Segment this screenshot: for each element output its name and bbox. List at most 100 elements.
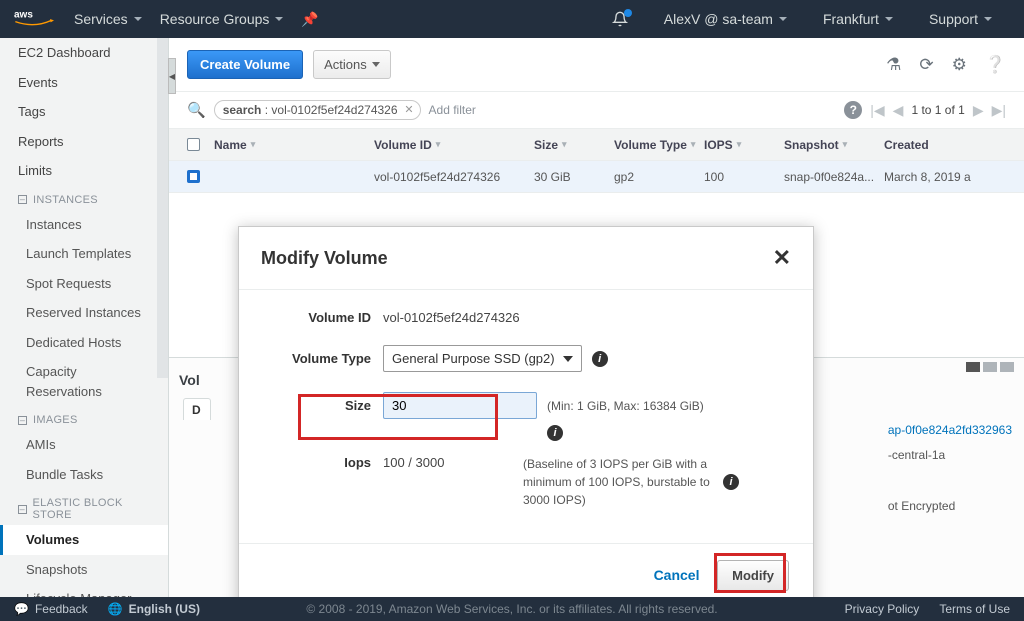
row-iops: Iops 100 / 3000 (Baseline of 3 IOPS per …: [263, 455, 789, 509]
nav-services[interactable]: Services: [74, 11, 142, 27]
top-nav: aws Services Resource Groups 📌 AlexV @ s…: [0, 0, 1024, 38]
actions-button[interactable]: Actions: [313, 50, 391, 79]
collapse-icon: –: [18, 195, 27, 204]
nav-user[interactable]: AlexV @ sa-team: [664, 11, 787, 27]
nav-support[interactable]: Support: [929, 11, 992, 27]
feedback-link[interactable]: 💬Feedback: [14, 602, 88, 616]
th-snapshot[interactable]: Snapshot▾: [784, 138, 884, 152]
volume-type-select[interactable]: General Purpose SSD (gp2): [383, 345, 582, 372]
size-input[interactable]: [383, 392, 537, 419]
sidebar-item-dashboard[interactable]: EC2 Dashboard: [0, 38, 168, 68]
sidebar-header-images[interactable]: –IMAGES: [0, 406, 168, 430]
sort-icon: ▾: [562, 139, 567, 150]
label-iops: Iops: [263, 455, 383, 470]
detail-snapshot-link[interactable]: ap-0f0e824a2fd332963: [888, 423, 1012, 437]
search-icon[interactable]: 🔍: [187, 101, 206, 119]
info-icon[interactable]: i: [547, 425, 563, 441]
terms-link[interactable]: Terms of Use: [939, 602, 1010, 616]
pin-icon[interactable]: 📌: [301, 11, 318, 28]
add-filter[interactable]: Add filter: [429, 103, 476, 117]
detail-title: Vol: [179, 372, 209, 388]
th-created[interactable]: Created: [884, 138, 994, 152]
scrollbar[interactable]: [157, 38, 168, 378]
chat-icon: 💬: [14, 602, 29, 616]
experiment-icon[interactable]: ⚗: [886, 55, 901, 75]
footer: 💬Feedback 🌐English (US) © 2008 - 2019, A…: [0, 597, 1024, 621]
notifications-icon[interactable]: [612, 11, 628, 27]
clear-filter-icon[interactable]: ✕: [404, 103, 413, 116]
gear-icon[interactable]: ⚙: [952, 55, 967, 75]
cancel-button[interactable]: Cancel: [654, 567, 700, 583]
sidebar-item-tags[interactable]: Tags: [0, 97, 168, 127]
page-next-icon[interactable]: ▶: [973, 102, 984, 119]
td-created: March 8, 2019 a: [884, 170, 994, 184]
row-checkbox[interactable]: [187, 170, 200, 183]
privacy-link[interactable]: Privacy Policy: [845, 602, 920, 616]
page-last-icon[interactable]: ▶|: [992, 102, 1006, 119]
sidebar-item-limits[interactable]: Limits: [0, 156, 168, 186]
sidebar-item-dedicated[interactable]: Dedicated Hosts: [0, 328, 168, 358]
th-volume-type[interactable]: Volume Type▾: [614, 138, 704, 152]
volume-type-value: General Purpose SSD (gp2): [392, 351, 555, 366]
page-prev-icon[interactable]: ◀: [893, 102, 904, 119]
sidebar-item-capacity[interactable]: Capacity Reservations: [0, 357, 168, 406]
modify-button[interactable]: Modify: [717, 560, 789, 591]
close-icon[interactable]: ✕: [773, 245, 791, 271]
copyright: © 2008 - 2019, Amazon Web Services, Inc.…: [306, 602, 717, 616]
search-filter-pill[interactable]: search : vol-0102f5ef24d274326✕: [214, 100, 421, 120]
th-volume-id[interactable]: Volume ID▾: [374, 138, 534, 152]
th-name[interactable]: Name▾: [214, 138, 374, 152]
detail-values: ap-0f0e824a2fd332963 -central-1a ot Encr…: [888, 418, 1012, 519]
sidebar-item-launch-templates[interactable]: Launch Templates: [0, 239, 168, 269]
language-select[interactable]: 🌐English (US): [108, 602, 200, 616]
chevron-down-icon: [134, 17, 142, 21]
row-size: Size (Min: 1 GiB, Max: 16384 GiB): [263, 392, 789, 419]
sidebar-item-lifecycle[interactable]: Lifecycle Manager: [0, 584, 168, 597]
collapse-icon: –: [18, 416, 27, 425]
toolbar: Create Volume Actions ⚗ ⟳ ⚙ ❔: [169, 38, 1024, 92]
modal-header: Modify Volume ✕: [239, 227, 813, 290]
create-volume-button[interactable]: Create Volume: [187, 50, 303, 79]
info-icon[interactable]: i: [723, 474, 739, 490]
chevron-down-icon: [984, 17, 992, 21]
sidebar-item-amis[interactable]: AMIs: [0, 430, 168, 460]
globe-icon: 🌐: [108, 602, 123, 616]
sidebar-item-snapshots[interactable]: Snapshots: [0, 555, 168, 585]
sort-icon: ▾: [737, 139, 742, 150]
search-help-icon[interactable]: ?: [844, 101, 862, 119]
aws-logo[interactable]: aws: [14, 7, 54, 31]
detail-tab-description[interactable]: D: [183, 398, 211, 420]
sidebar-collapse-handle[interactable]: ◀: [168, 58, 176, 94]
sidebar-item-volumes[interactable]: Volumes: [0, 525, 168, 555]
sort-icon: ▾: [436, 139, 441, 150]
sidebar-item-spot[interactable]: Spot Requests: [0, 269, 168, 299]
sidebar-item-reports[interactable]: Reports: [0, 127, 168, 157]
nav-support-label: Support: [929, 11, 978, 27]
detail-encryption: ot Encrypted: [888, 499, 955, 513]
value-volume-id: vol-0102f5ef24d274326: [383, 310, 520, 325]
th-iops[interactable]: IOPS▾: [704, 138, 784, 152]
nav-rg-label: Resource Groups: [160, 11, 270, 27]
page-first-icon[interactable]: |◀: [870, 102, 884, 119]
nav-resource-groups[interactable]: Resource Groups: [160, 11, 284, 27]
td-volume-type: gp2: [614, 170, 704, 184]
svg-text:aws: aws: [14, 10, 33, 21]
table-header: Name▾ Volume ID▾ Size▾ Volume Type▾ IOPS…: [169, 129, 1024, 161]
sidebar-item-instances[interactable]: Instances: [0, 210, 168, 240]
th-size[interactable]: Size▾: [534, 138, 614, 152]
sidebar-item-bundle[interactable]: Bundle Tasks: [0, 460, 168, 490]
table-row[interactable]: vol-0102f5ef24d274326 30 GiB gp2 100 sna…: [169, 161, 1024, 193]
refresh-icon[interactable]: ⟳: [919, 55, 933, 75]
sidebar-header-instances[interactable]: –INSTANCES: [0, 186, 168, 210]
td-volume-id: vol-0102f5ef24d274326: [374, 170, 534, 184]
value-iops: 100 / 3000: [383, 455, 493, 470]
layout-icons[interactable]: [966, 362, 1014, 372]
nav-region[interactable]: Frankfurt: [823, 11, 893, 27]
sidebar-item-events[interactable]: Events: [0, 68, 168, 98]
sidebar-item-reserved[interactable]: Reserved Instances: [0, 298, 168, 328]
chevron-down-icon: [275, 17, 283, 21]
help-icon[interactable]: ❔: [985, 55, 1006, 75]
select-all-checkbox[interactable]: [187, 138, 200, 151]
sidebar-header-ebs[interactable]: –ELASTIC BLOCK STORE: [0, 489, 168, 525]
info-icon[interactable]: i: [592, 351, 608, 367]
